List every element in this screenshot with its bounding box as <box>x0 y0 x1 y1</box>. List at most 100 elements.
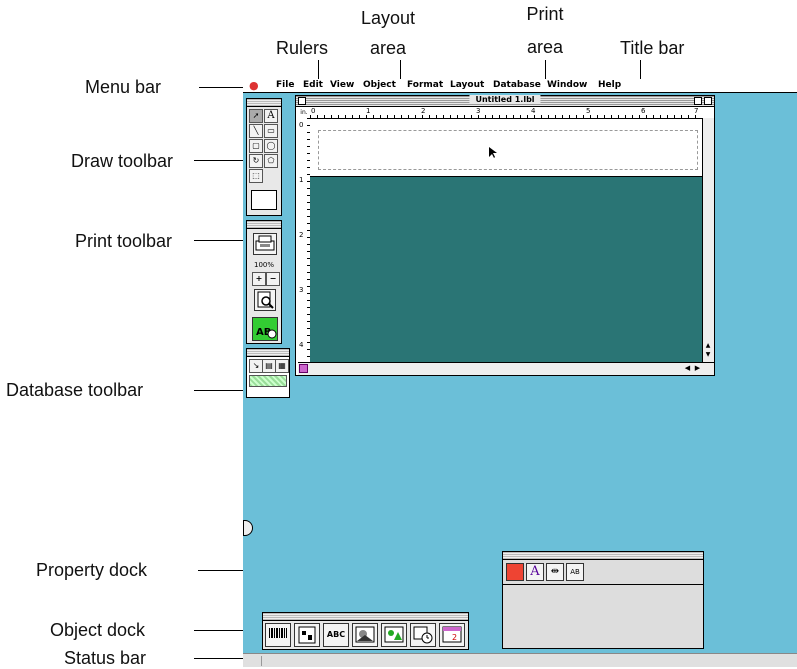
line-tool-icon[interactable]: ╲ <box>249 124 263 138</box>
text-tool-icon[interactable]: A <box>264 109 278 123</box>
callout-print-area-line2: area <box>526 37 564 57</box>
date-time-object-icon[interactable] <box>410 623 436 647</box>
text-object-icon[interactable]: ABC <box>323 623 349 647</box>
callout-status-bar: Status bar <box>64 648 147 668</box>
page-indicator-icon[interactable] <box>299 364 308 373</box>
callout-object-dock: Object dock <box>50 620 146 640</box>
font-properties-icon[interactable]: A <box>526 563 544 581</box>
property-dock-titlebar <box>503 552 703 560</box>
ruler-v-2: 2 <box>299 231 304 239</box>
callout-print-area-line1: Print <box>526 4 564 24</box>
fill-swatch[interactable] <box>251 190 277 210</box>
polygon-tool-icon[interactable]: ⬠ <box>264 154 278 168</box>
menu-view[interactable]: View <box>330 80 354 90</box>
db-table-icon[interactable]: ▦ <box>275 359 289 373</box>
apple-icon[interactable]: ● <box>249 79 259 92</box>
leader-database-toolbar <box>194 390 248 391</box>
property-dock-divider <box>503 584 703 585</box>
ruler-h-2: 2 <box>421 107 426 115</box>
barcode-object-icon[interactable] <box>265 623 291 647</box>
callout-menu-bar: Menu bar <box>85 77 162 97</box>
ruler-h-5: 5 <box>586 107 591 115</box>
callout-property-dock: Property dock <box>36 560 148 580</box>
close-box-icon[interactable] <box>298 97 306 105</box>
ruler-h-4: 4 <box>531 107 536 115</box>
print-icon[interactable] <box>253 233 277 255</box>
status-bar <box>243 653 797 667</box>
text-properties-icon[interactable]: AB <box>566 563 584 581</box>
rounded-rect-tool-icon[interactable]: ▢ <box>249 139 263 153</box>
property-dock: A ⇹ AB <box>502 551 704 649</box>
scroll-down-icon[interactable]: ▼ <box>704 351 712 359</box>
scroll-right-icon[interactable]: ▶ <box>693 364 702 373</box>
ruler-h-6: 6 <box>641 107 646 115</box>
ruler-h-1: 1 <box>366 107 371 115</box>
callout-layout-area-line1: Layout <box>360 8 416 28</box>
menu-file[interactable]: File <box>276 80 294 90</box>
draw-toolbar-titlebar[interactable] <box>247 99 281 107</box>
picture-object-icon[interactable] <box>381 623 407 647</box>
color-properties-icon[interactable] <box>506 563 524 581</box>
menu-layout[interactable]: Layout <box>450 80 484 90</box>
ellipse-tool-icon[interactable]: ◯ <box>264 139 278 153</box>
spell-check-icon[interactable]: AB <box>252 317 278 341</box>
svg-text:2: 2 <box>452 633 457 642</box>
object-dock-titlebar <box>263 613 468 621</box>
menu-database[interactable]: Database <box>493 80 541 90</box>
menu-help[interactable]: Help <box>598 80 621 90</box>
counter-object-icon[interactable]: 2 <box>439 623 465 647</box>
arrow-tool-icon[interactable]: ➚ <box>249 109 263 123</box>
callout-database-toolbar: Database toolbar <box>6 380 144 400</box>
mouse-cursor-icon <box>489 144 498 163</box>
vertical-scrollbar[interactable]: ▲ ▼ <box>702 118 714 362</box>
db-record-icon[interactable] <box>249 375 287 387</box>
db-field-icon[interactable]: ▤ <box>262 359 276 373</box>
ruler-v-1: 1 <box>299 176 304 184</box>
ruler-v-4: 4 <box>299 341 304 349</box>
graphic-object-icon[interactable] <box>352 623 378 647</box>
callout-draw-toolbar: Draw toolbar <box>71 151 174 171</box>
menu-edit[interactable]: Edit <box>303 80 323 90</box>
alignment-properties-icon[interactable]: ⇹ <box>546 563 564 581</box>
database-toolbar: ↘ ▤ ▦ <box>246 348 290 398</box>
object-dock: ABC 2 <box>262 612 469 650</box>
zoom-level: 100% <box>253 261 274 269</box>
scroll-left-icon[interactable]: ◀ <box>683 364 692 373</box>
callout-print-toolbar: Print toolbar <box>75 231 173 251</box>
ruler-h-7: 7 <box>694 107 699 115</box>
db-link-icon[interactable]: ↘ <box>249 359 263 373</box>
leader-print-toolbar <box>194 240 248 241</box>
zoom-box-icon[interactable] <box>694 97 702 105</box>
print-preview-icon[interactable] <box>254 289 276 311</box>
postnet-object-icon[interactable] <box>294 623 320 647</box>
menu-object[interactable]: Object <box>363 80 396 90</box>
label-boundary <box>318 130 698 170</box>
status-bar-divider <box>261 656 262 666</box>
ruler-h-3: 3 <box>476 107 481 115</box>
ruler-h-0: 0 <box>311 107 316 115</box>
ruler-unit: in. <box>300 109 308 116</box>
window-title: Untitled 1.lbl <box>469 95 541 104</box>
zoom-in-icon[interactable]: + <box>252 272 266 286</box>
zoom-out-icon[interactable]: − <box>266 272 280 286</box>
horizontal-scrollbar[interactable]: ◀ ▶ <box>298 362 714 375</box>
callout-title-bar: Title bar <box>620 38 685 58</box>
label-window: Untitled 1.lbl in. 0 1 2 3 4 5 6 7 0 1 2… <box>295 95 715 376</box>
collapse-box-icon[interactable] <box>704 97 712 105</box>
rectangle-tool-icon[interactable]: ▭ <box>264 124 278 138</box>
print-toolbar: 100% + − AB <box>246 220 282 344</box>
scroll-up-icon[interactable]: ▲ <box>704 342 712 350</box>
ruler-v-0: 0 <box>299 121 304 129</box>
menu-bar: ● File Edit View Object Format Layout Da… <box>243 79 797 93</box>
marquee-tool-icon[interactable]: ⬚ <box>249 169 263 183</box>
callout-layout-area-line2: area <box>369 38 407 58</box>
horizontal-ruler: 0 1 2 3 4 5 6 7 <box>310 107 702 119</box>
ruler-v-3: 3 <box>299 286 304 294</box>
layout-area[interactable] <box>310 176 703 363</box>
rotate-tool-icon[interactable]: ↻ <box>249 154 263 168</box>
menu-window[interactable]: Window <box>547 80 587 90</box>
title-bar[interactable]: Untitled 1.lbl <box>296 95 714 107</box>
callout-rulers: Rulers <box>276 38 329 58</box>
print-toolbar-titlebar <box>247 221 281 229</box>
menu-format[interactable]: Format <box>407 80 443 90</box>
